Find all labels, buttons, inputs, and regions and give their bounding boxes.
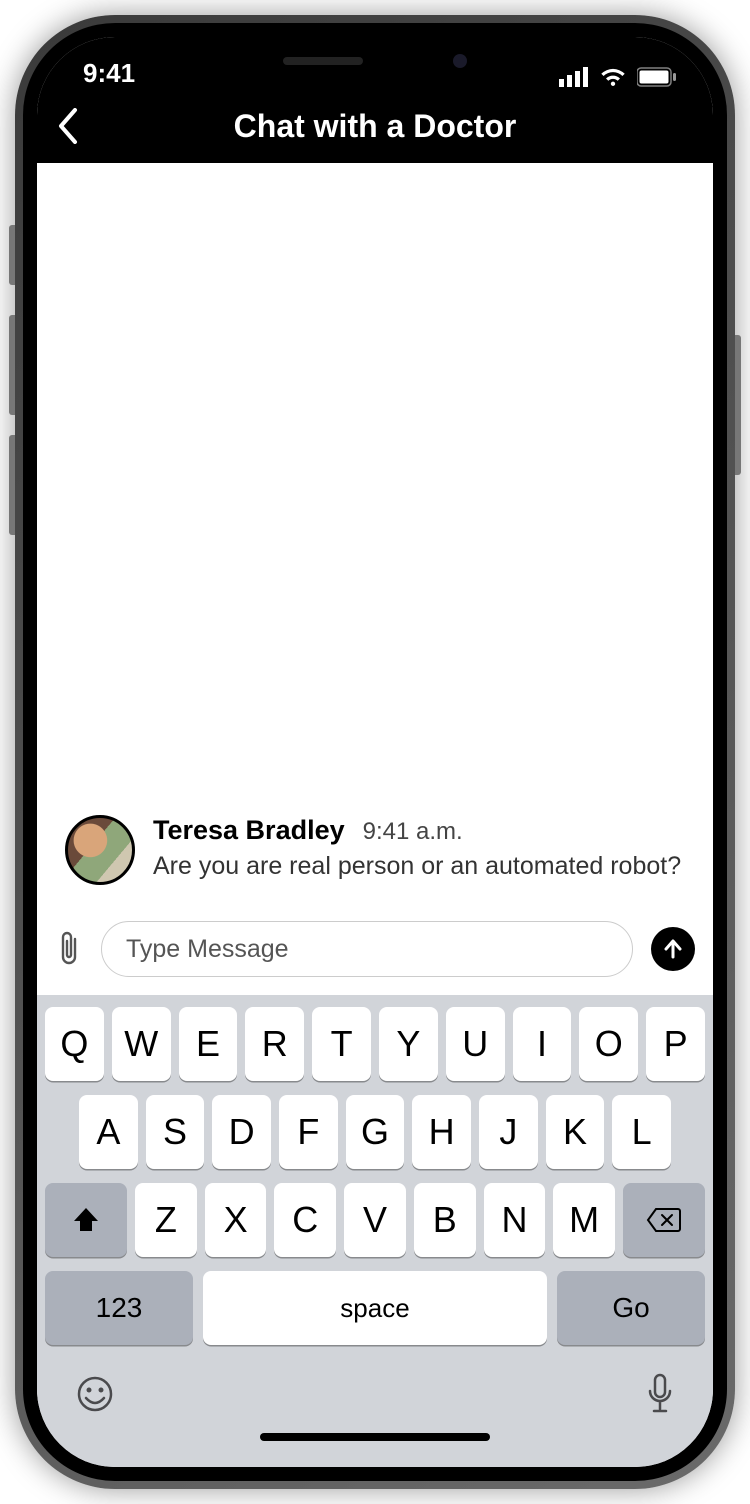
key-p[interactable]: P	[646, 1007, 705, 1081]
dictation-key[interactable]	[645, 1373, 675, 1415]
key-a[interactable]: A	[79, 1095, 138, 1169]
shift-key[interactable]	[45, 1183, 127, 1257]
keyboard-row-2: ASDFGHJKL	[45, 1095, 705, 1169]
chevron-left-icon	[57, 108, 79, 144]
key-o[interactable]: O	[579, 1007, 638, 1081]
key-f[interactable]: F	[279, 1095, 338, 1169]
emoji-icon	[75, 1374, 115, 1414]
attach-button[interactable]	[55, 929, 83, 969]
signal-icon	[559, 67, 589, 87]
microphone-icon	[645, 1373, 675, 1415]
message-text: Are you are real person or an automated …	[153, 850, 685, 884]
numbers-key[interactable]: 123	[45, 1271, 193, 1345]
message-sender: Teresa Bradley	[153, 815, 345, 846]
key-x[interactable]: X	[205, 1183, 267, 1257]
backspace-key[interactable]	[623, 1183, 705, 1257]
key-u[interactable]: U	[446, 1007, 505, 1081]
key-t[interactable]: T	[312, 1007, 371, 1081]
key-r[interactable]: R	[245, 1007, 304, 1081]
page-title: Chat with a Doctor	[234, 108, 517, 145]
message-time: 9:41 a.m.	[363, 818, 463, 846]
key-z[interactable]: Z	[135, 1183, 197, 1257]
back-button[interactable]	[57, 108, 79, 144]
key-s[interactable]: S	[146, 1095, 205, 1169]
key-b[interactable]: B	[414, 1183, 476, 1257]
key-c[interactable]: C	[274, 1183, 336, 1257]
key-q[interactable]: Q	[45, 1007, 104, 1081]
key-i[interactable]: I	[513, 1007, 572, 1081]
key-d[interactable]: D	[212, 1095, 271, 1169]
composer	[37, 905, 713, 995]
status-time: 9:41	[83, 58, 135, 89]
arrow-up-icon	[661, 937, 685, 961]
key-y[interactable]: Y	[379, 1007, 438, 1081]
key-m[interactable]: M	[553, 1183, 615, 1257]
backspace-icon	[646, 1206, 682, 1234]
emoji-key[interactable]	[75, 1374, 115, 1414]
wifi-icon	[599, 67, 627, 87]
phone-frame: 9:41 Chat with a Doctor	[15, 15, 735, 1489]
key-v[interactable]: V	[344, 1183, 406, 1257]
notch	[210, 37, 540, 85]
key-h[interactable]: H	[412, 1095, 471, 1169]
message-input-wrap[interactable]	[101, 921, 633, 977]
go-key[interactable]: Go	[557, 1271, 705, 1345]
key-k[interactable]: K	[546, 1095, 605, 1169]
chat-area[interactable]: Teresa Bradley 9:41 a.m. Are you are rea…	[37, 163, 713, 905]
keyboard-row-3: ZXCVBNM	[45, 1183, 705, 1257]
keyboard-row-1: QWERTYUIOP	[45, 1007, 705, 1081]
send-button[interactable]	[651, 927, 695, 971]
key-n[interactable]: N	[484, 1183, 546, 1257]
paperclip-icon	[55, 929, 83, 969]
message: Teresa Bradley 9:41 a.m. Are you are rea…	[65, 815, 685, 885]
key-j[interactable]: J	[479, 1095, 538, 1169]
shift-icon	[71, 1205, 101, 1235]
key-l[interactable]: L	[612, 1095, 671, 1169]
key-w[interactable]: W	[112, 1007, 171, 1081]
keyboard-row-3-letters: ZXCVBNM	[135, 1183, 615, 1257]
header: Chat with a Doctor	[37, 89, 713, 163]
battery-icon	[637, 67, 677, 87]
avatar[interactable]	[65, 815, 135, 885]
key-g[interactable]: G	[346, 1095, 405, 1169]
message-input[interactable]	[126, 935, 608, 964]
home-indicator[interactable]	[37, 1427, 713, 1467]
space-key[interactable]: space	[203, 1271, 547, 1345]
key-e[interactable]: E	[179, 1007, 238, 1081]
keyboard: QWERTYUIOP ASDFGHJKL ZXCVBNM 123 space G…	[37, 995, 713, 1427]
